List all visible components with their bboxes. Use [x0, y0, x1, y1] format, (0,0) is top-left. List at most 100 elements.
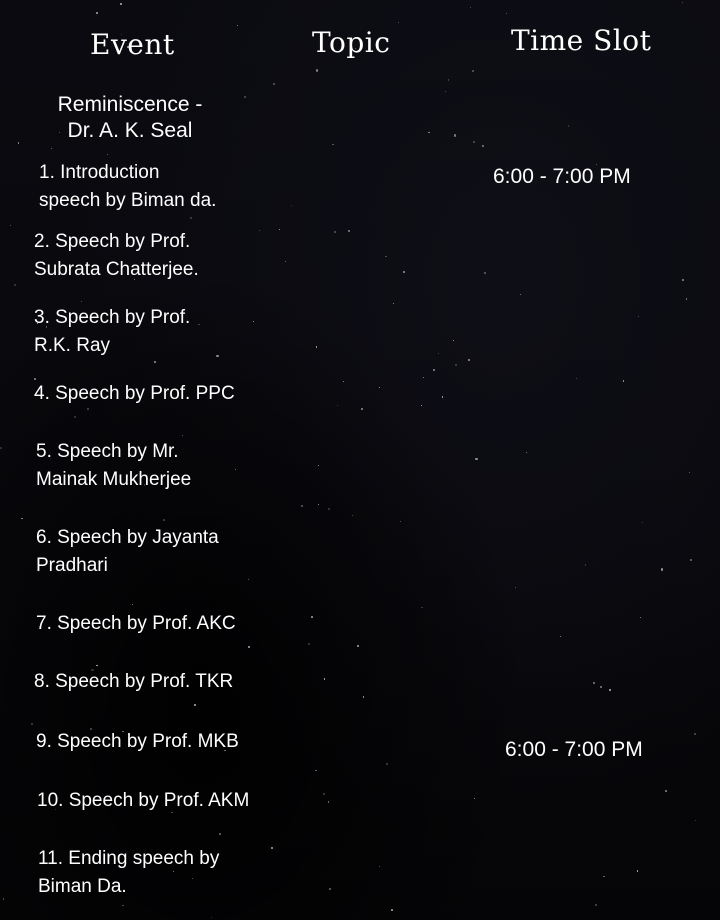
star	[120, 2, 123, 5]
star	[665, 789, 668, 792]
star	[427, 131, 430, 134]
star	[244, 96, 246, 99]
star	[639, 616, 641, 619]
agenda-item-4: 4. Speech by Prof. PPC	[34, 383, 235, 404]
agenda-item-8: 8. Speech by Prof. TKR	[34, 671, 234, 692]
star	[272, 83, 275, 85]
star	[327, 800, 330, 803]
star	[333, 230, 336, 233]
star	[352, 514, 354, 516]
star	[473, 141, 475, 144]
star	[357, 645, 360, 648]
star	[432, 368, 435, 371]
star	[454, 134, 457, 137]
star	[474, 798, 476, 800]
star	[307, 643, 310, 646]
star	[609, 689, 611, 692]
star	[475, 457, 478, 461]
star	[74, 416, 77, 419]
star	[385, 256, 387, 258]
star	[520, 293, 522, 295]
star	[472, 70, 474, 72]
star	[106, 153, 108, 155]
star	[21, 517, 24, 520]
header-time-slot: Time Slot	[511, 24, 652, 57]
star	[315, 769, 317, 772]
star	[219, 833, 222, 835]
star	[379, 386, 381, 388]
star	[454, 363, 458, 366]
star	[514, 586, 516, 588]
star	[441, 396, 444, 398]
star	[348, 230, 350, 232]
star	[636, 870, 639, 872]
star	[693, 733, 696, 736]
star	[80, 301, 82, 303]
star	[211, 916, 213, 918]
star	[438, 352, 440, 354]
agenda-item-10: 10. Speech by Prof. AKM	[37, 790, 250, 811]
star	[194, 703, 197, 706]
star	[660, 568, 663, 571]
star	[301, 505, 303, 508]
star	[423, 377, 425, 379]
star	[96, 11, 98, 14]
star	[595, 903, 598, 906]
star	[637, 316, 639, 318]
star	[593, 682, 595, 684]
star	[237, 25, 239, 27]
star	[682, 1, 684, 3]
star	[622, 380, 625, 382]
star	[247, 646, 250, 648]
star	[421, 606, 423, 609]
star	[560, 636, 562, 638]
agenda-item-11: 11. Ending speech by Biman Da.	[38, 848, 220, 897]
agenda-item-7: 7. Speech by Prof. AKC	[36, 613, 236, 634]
star	[385, 762, 388, 765]
star	[86, 407, 90, 411]
agenda-item-6: 6. Speech by Jayanta Pradhari	[36, 527, 219, 576]
time-slot-1: 6:00 - 7:00 PM	[493, 165, 631, 188]
agenda-item-9: 9. Speech by Prof. MKB	[36, 731, 239, 752]
star	[315, 346, 318, 348]
star	[448, 79, 450, 81]
star	[336, 404, 339, 407]
star	[379, 865, 381, 867]
star	[182, 435, 183, 437]
star	[324, 678, 326, 680]
agenda-item-2: 2. Speech by Prof. Subrata Chatterjee.	[34, 231, 199, 280]
header-topic: Topic	[312, 26, 391, 59]
star	[690, 559, 692, 561]
star	[96, 664, 98, 667]
star	[505, 13, 507, 15]
star	[0, 447, 2, 449]
star	[468, 359, 471, 362]
star	[403, 271, 406, 274]
star	[154, 361, 157, 364]
star	[31, 722, 34, 726]
star	[316, 69, 319, 72]
star	[482, 145, 485, 147]
star	[420, 404, 422, 406]
star	[688, 472, 690, 474]
star	[483, 271, 486, 274]
star	[584, 563, 587, 566]
agenda-item-3: 3. Speech by Prof. R.K. Ray	[34, 307, 191, 356]
star	[343, 380, 345, 382]
star	[641, 521, 643, 523]
agenda-item-5: 5. Speech by Mr. Mainak Mukherjee	[36, 441, 192, 490]
header-event: Event	[90, 28, 175, 61]
star	[318, 464, 320, 466]
star	[329, 887, 332, 890]
star	[391, 908, 394, 911]
star	[452, 340, 454, 342]
star	[122, 904, 124, 907]
star	[323, 793, 325, 795]
agenda-item-1: 1. Introduction speech by Biman da.	[39, 162, 217, 211]
star	[162, 519, 165, 521]
star	[399, 520, 401, 522]
star	[318, 504, 319, 506]
star	[327, 507, 330, 511]
star	[50, 148, 52, 150]
star	[685, 298, 688, 300]
